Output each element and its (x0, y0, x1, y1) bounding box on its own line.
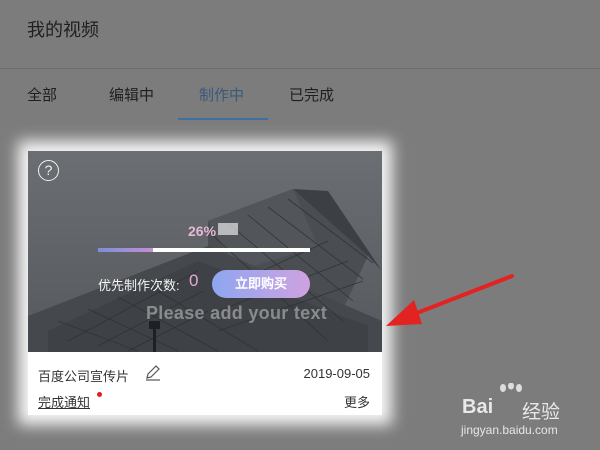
red-arrow-icon (386, 274, 514, 326)
video-card: ? 26% 优先制作次数: 0 立即购买 Please add your tex… (28, 151, 382, 415)
tab-bar: 全部 编辑中 制作中 已完成 (0, 84, 600, 120)
page-title: 我的视频 (27, 20, 99, 40)
notification-dot (97, 392, 102, 397)
active-tab-underline (178, 118, 268, 120)
progress-percentage: 26% (188, 223, 217, 239)
thumbnail-watermark-text: Please add your text (146, 303, 328, 323)
progress-bar (98, 248, 310, 252)
baidu-paw-logo (500, 383, 522, 392)
video-date: 2019-09-05 (303, 366, 371, 381)
tab-completed[interactable]: 已完成 (289, 84, 334, 105)
tab-in-production[interactable]: 制作中 (199, 84, 244, 105)
tab-editing[interactable]: 编辑中 (109, 84, 154, 105)
help-icon[interactable]: ? (38, 160, 59, 181)
priority-count: 0 (189, 271, 199, 290)
tab-all[interactable]: 全部 (27, 84, 57, 105)
buy-now-button[interactable]: 立即购买 (212, 270, 310, 298)
baidu-url: jingyan.baidu.com (461, 423, 558, 437)
progress-bar-fill (98, 248, 154, 252)
video-thumbnail[interactable]: ? 26% 优先制作次数: 0 立即购买 Please add your tex… (28, 151, 382, 352)
completion-notice-link[interactable]: 完成通知 (38, 392, 90, 411)
video-title: 百度公司宣传片 (38, 369, 130, 384)
baidu-brand-cn: 经验 (522, 402, 561, 423)
priority-label: 优先制作次数: (98, 278, 180, 293)
more-link[interactable]: 更多 (344, 392, 370, 411)
pencil-icon[interactable] (144, 364, 162, 387)
header-divider (0, 68, 600, 69)
baidu-brand-text: Bai (462, 396, 494, 418)
